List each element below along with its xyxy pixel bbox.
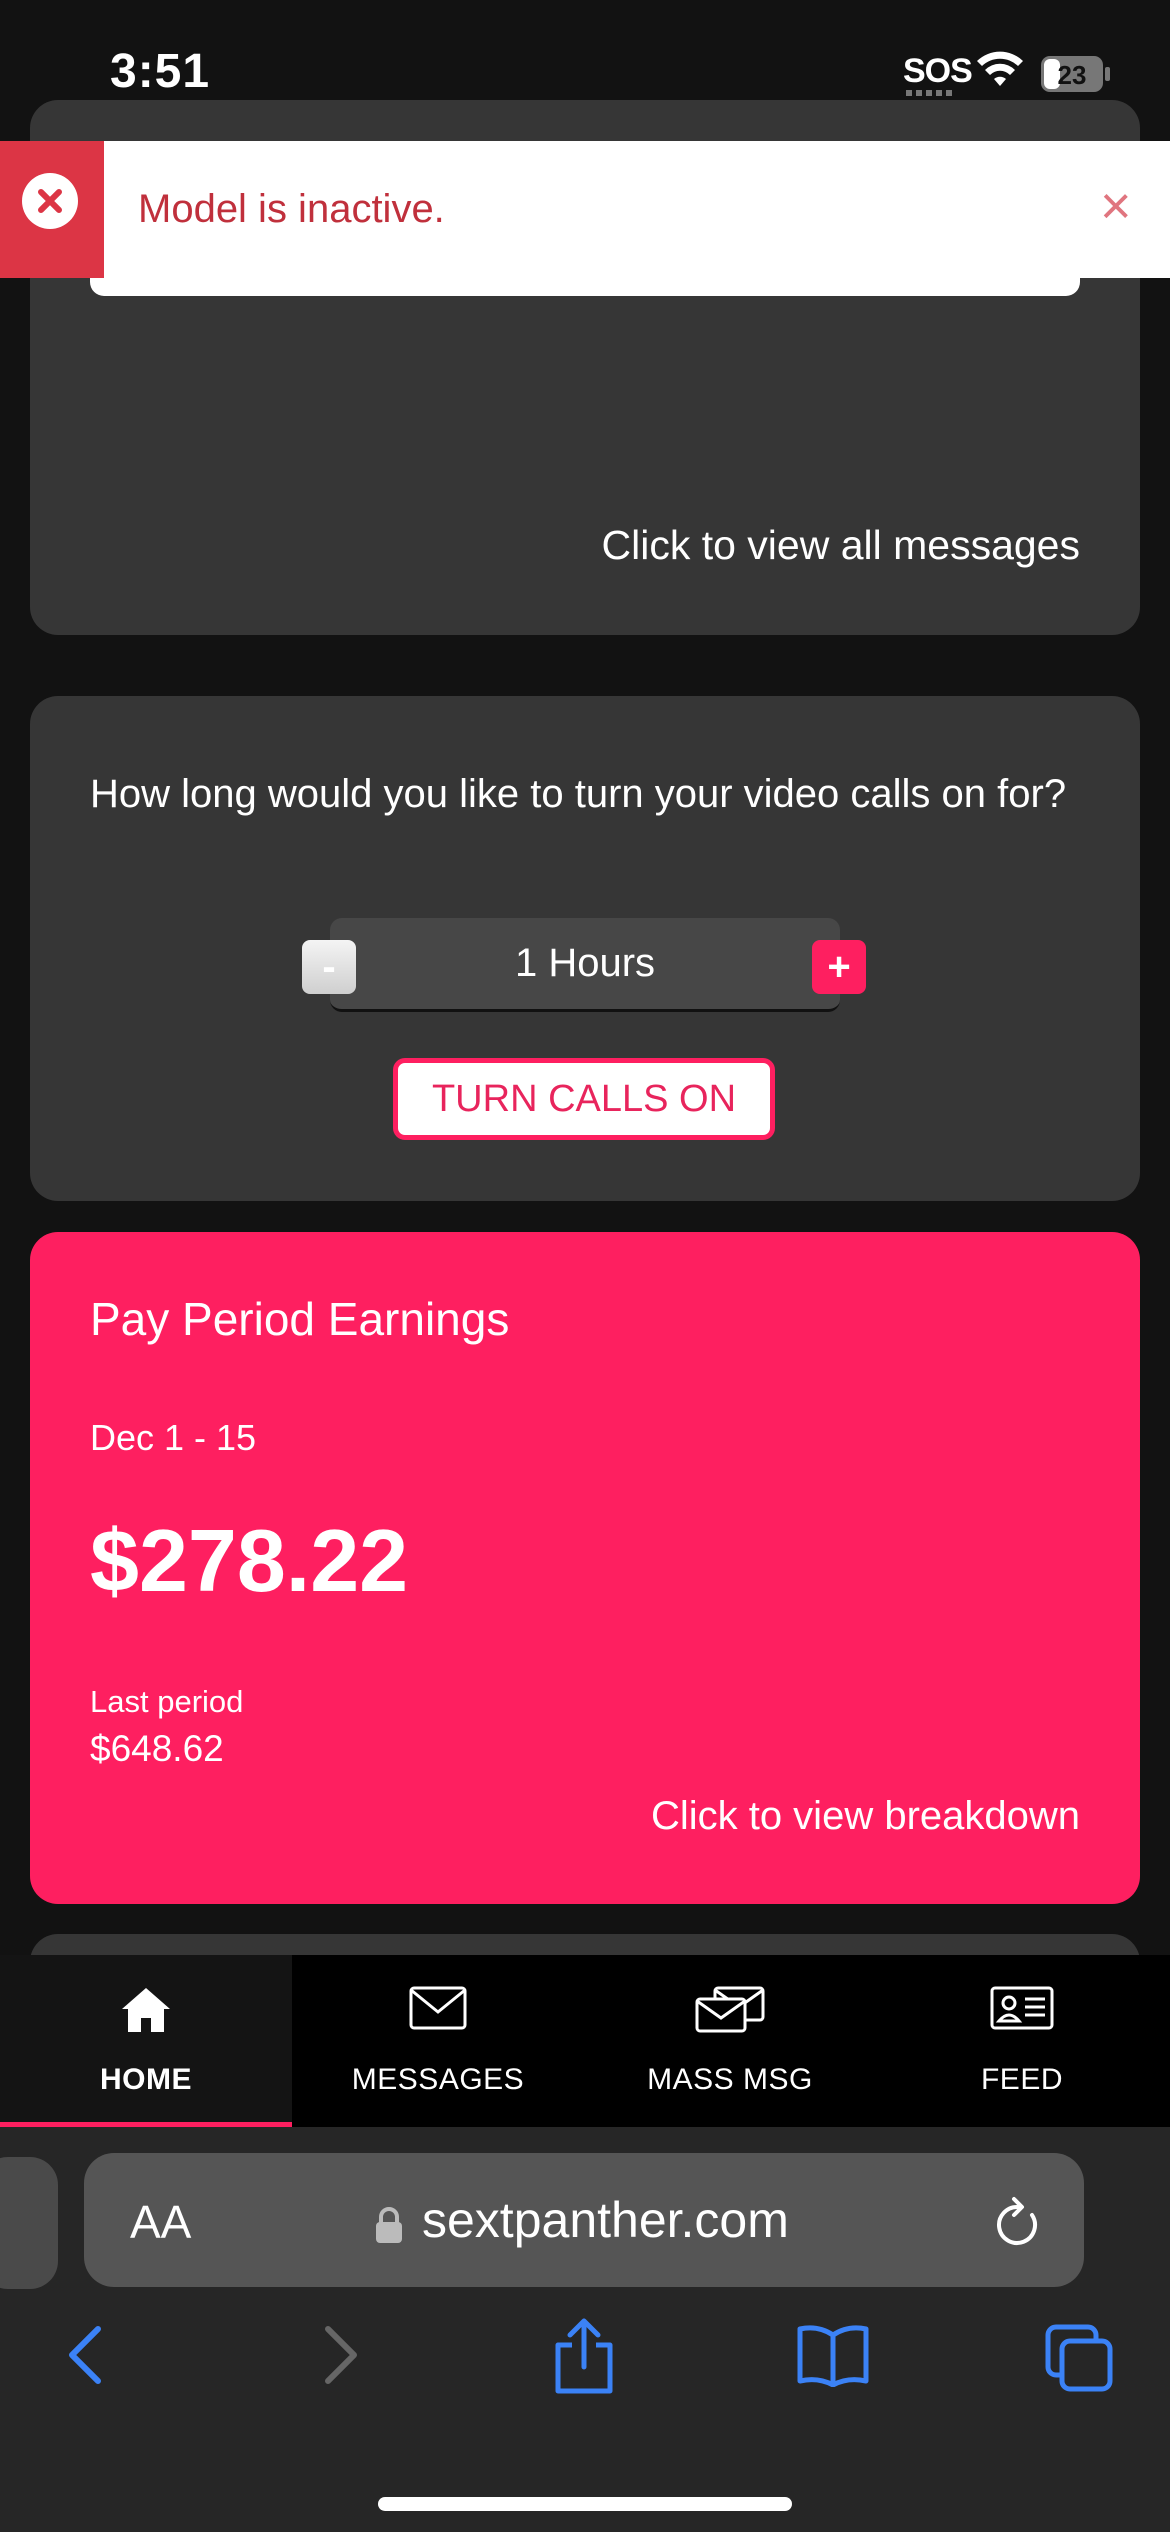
- earnings-date-range: Dec 1 - 15: [90, 1417, 257, 1458]
- tab-feed[interactable]: FEED: [876, 1955, 1168, 2127]
- earnings-amount: $278.22: [90, 1511, 409, 1610]
- screen: 3:51 SOS 23 Click to view all messages M…: [0, 0, 1170, 2532]
- error-toast: Model is inactive. ×: [0, 141, 1170, 278]
- status-time: 3:51: [110, 45, 211, 98]
- url-text: sextpanther.com: [422, 2192, 789, 2248]
- id-card-icon: [990, 1986, 1054, 2030]
- share-icon[interactable]: [552, 2315, 616, 2395]
- text-size-button[interactable]: AA: [130, 2195, 191, 2249]
- envelope-icon: [409, 1986, 467, 2030]
- duration-value: 1 Hours: [514, 941, 656, 985]
- battery-icon: 23: [1041, 56, 1110, 92]
- tab-label: HOME: [100, 2063, 192, 2096]
- last-period-label: Last period: [90, 1684, 244, 1719]
- turn-calls-on-button[interactable]: TURN CALLS ON: [393, 1058, 775, 1140]
- browser-chrome: AA sextpanther.com: [0, 2127, 1170, 2532]
- previous-tab-preview[interactable]: [0, 2157, 58, 2289]
- url-bar[interactable]: AA sextpanther.com: [84, 2153, 1084, 2287]
- last-period-amount: $648.62: [90, 1728, 224, 1769]
- tabs-icon[interactable]: [1044, 2323, 1114, 2393]
- tab-messages[interactable]: MESSAGES: [292, 1955, 584, 2127]
- forward-icon[interactable]: [318, 2323, 362, 2387]
- bottom-nav: HOME MESSAGES MASS MSG FEED: [0, 1955, 1170, 2127]
- decrease-duration-button[interactable]: -: [302, 940, 356, 994]
- view-all-messages-link[interactable]: Click to view all messages: [602, 522, 1081, 569]
- text-size-label: AA: [130, 2196, 192, 2248]
- sos-indicator: SOS: [903, 52, 973, 90]
- tab-label: FEED: [980, 2063, 1063, 2096]
- toast-message: Model is inactive.: [138, 187, 445, 231]
- home-indicator: [378, 2497, 792, 2511]
- back-icon[interactable]: [64, 2323, 108, 2387]
- duration-stepper[interactable]: 1 Hours: [330, 918, 840, 1012]
- tab-home[interactable]: HOME: [0, 1955, 292, 2127]
- earnings-card[interactable]: Pay Period Earnings Dec 1 - 15 $278.22 L…: [30, 1232, 1140, 1904]
- tab-label: MESSAGES: [351, 2063, 525, 2096]
- signal-dots-icon: [906, 90, 952, 96]
- view-breakdown-link[interactable]: Click to view breakdown: [651, 1794, 1080, 1839]
- video-calls-card: How long would you like to turn your vid…: [30, 696, 1140, 1201]
- bookmarks-icon[interactable]: [796, 2323, 870, 2387]
- earnings-title: Pay Period Earnings: [90, 1293, 510, 1345]
- toast-accent: [0, 141, 104, 278]
- increase-duration-button[interactable]: +: [812, 940, 866, 994]
- error-circle-x-icon: [22, 173, 78, 229]
- battery-level: 23: [1058, 60, 1087, 90]
- envelopes-icon: [695, 1986, 765, 2033]
- wifi-icon: [977, 51, 1023, 86]
- tab-mass-msg[interactable]: MASS MSG: [584, 1955, 876, 2127]
- home-icon: [122, 1988, 170, 2032]
- close-icon[interactable]: ×: [1100, 179, 1132, 233]
- reload-icon[interactable]: [992, 2193, 1044, 2249]
- lock-icon: [376, 2207, 402, 2243]
- calls-question: How long would you like to turn your vid…: [90, 772, 1067, 816]
- tab-label: MASS MSG: [647, 2063, 813, 2096]
